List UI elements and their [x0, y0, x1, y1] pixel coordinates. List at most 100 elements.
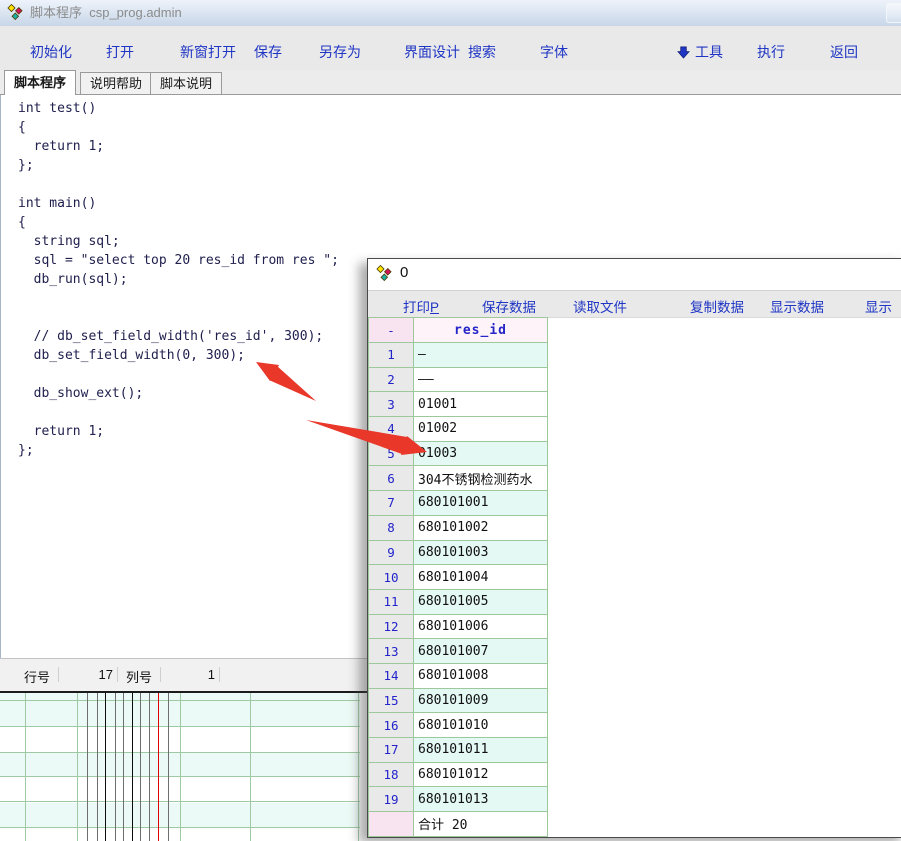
value-cell[interactable]: 680101009	[414, 688, 548, 713]
window-control-button[interactable]	[886, 3, 901, 23]
popup-copy-data-button[interactable]: 复制数据	[690, 296, 744, 316]
value-cell[interactable]: 680101004	[414, 565, 548, 590]
value-cell[interactable]: 01002	[414, 417, 548, 442]
row-number-cell: 1	[369, 343, 414, 368]
tab-help[interactable]: 说明帮助	[80, 72, 152, 94]
row-number-cell: 9	[369, 540, 414, 565]
toolbar-run-button[interactable]: 执行	[757, 42, 785, 62]
total-row-number-cell	[369, 812, 414, 837]
popup-show-data-button[interactable]: 显示数据	[770, 296, 824, 316]
table-row[interactable]: 13680101007	[369, 639, 548, 664]
value-cell[interactable]: 680101008	[414, 663, 548, 688]
toolbar-search-button[interactable]: 搜索	[468, 42, 496, 62]
value-cell[interactable]: 680101006	[414, 614, 548, 639]
row-number-cell: 19	[369, 787, 414, 812]
table-row[interactable]: 19680101013	[369, 787, 548, 812]
tab-script-program[interactable]: 脚本程序	[4, 70, 76, 95]
table-row[interactable]: 7680101001	[369, 491, 548, 516]
result-table: - res_id 1— 2—— 301001 401002 501003 630…	[368, 317, 548, 837]
table-row[interactable]: 18680101012	[369, 762, 548, 787]
row-number-cell: 18	[369, 762, 414, 787]
grid-vline	[105, 693, 106, 841]
table-row[interactable]: 401002	[369, 417, 548, 442]
popup-show-partial-button[interactable]: 显示	[865, 296, 892, 316]
row-number-cell: 16	[369, 713, 414, 738]
row-number-cell: 8	[369, 515, 414, 540]
table-row[interactable]: 10680101004	[369, 565, 548, 590]
grid-vline	[358, 693, 359, 841]
tab-bar: 脚本程序 说明帮助 脚本说明	[0, 70, 901, 95]
grid-vline	[180, 693, 181, 841]
value-cell[interactable]: ——	[414, 367, 548, 392]
toolbar-font-button[interactable]: 字体	[540, 42, 568, 62]
table-row[interactable]: 9680101003	[369, 540, 548, 565]
value-cell[interactable]: 680101003	[414, 540, 548, 565]
value-cell[interactable]: 680101002	[414, 515, 548, 540]
table-row[interactable]: 17680101011	[369, 738, 548, 763]
popup-print-accel: P	[430, 300, 439, 315]
value-cell[interactable]: 01003	[414, 441, 548, 466]
grid-vline	[115, 693, 116, 841]
row-number-cell: 17	[369, 738, 414, 763]
main-toolbar: 初始化 打开 新窗打开 保存 另存为 界面设计 搜索 字体 工具 执行 返回	[0, 26, 901, 71]
grid-vline	[77, 693, 78, 841]
result-table-window: 0 打印P 保存数据 读取文件 复制数据 显示数据 显示 - res_id 1—…	[367, 258, 901, 838]
table-row[interactable]: 14680101008	[369, 663, 548, 688]
value-cell[interactable]: 680101007	[414, 639, 548, 664]
table-row[interactable]: 15680101009	[369, 688, 548, 713]
grid-vline	[97, 693, 98, 841]
toolbar-init-button[interactable]: 初始化	[30, 42, 72, 62]
toolbar-open-new-window-button[interactable]: 新窗打开	[180, 42, 236, 62]
toolbar-save-as-button[interactable]: 另存为	[319, 42, 361, 62]
row-number-cell: 12	[369, 614, 414, 639]
value-cell[interactable]: 680101011	[414, 738, 548, 763]
header-corner-cell[interactable]: -	[369, 318, 414, 343]
row-number-cell: 6	[369, 466, 414, 491]
total-cell: 合计 20	[414, 812, 548, 837]
column-number-label: 列号	[126, 667, 152, 686]
row-number-cell: 7	[369, 491, 414, 516]
column-number-value: 1	[160, 667, 220, 682]
value-cell[interactable]: 680101010	[414, 713, 548, 738]
table-row[interactable]: 16680101010	[369, 713, 548, 738]
popup-read-file-button[interactable]: 读取文件	[573, 296, 627, 316]
toolbar-return-button[interactable]: 返回	[830, 42, 858, 62]
popup-window-title: 0	[400, 264, 408, 281]
popup-titlebar[interactable]: 0	[368, 259, 901, 290]
titlebar[interactable]: 脚本程序 csp_prog.admin	[0, 0, 901, 27]
tab-script-description[interactable]: 脚本说明	[150, 72, 222, 94]
popup-save-data-button[interactable]: 保存数据	[482, 296, 536, 316]
value-cell[interactable]: —	[414, 343, 548, 368]
value-cell[interactable]: 304不锈钢检测药水	[414, 466, 548, 491]
row-number-cell: 4	[369, 417, 414, 442]
value-cell[interactable]: 680101001	[414, 491, 548, 516]
table-row[interactable]: 2——	[369, 367, 548, 392]
table-row[interactable]: 12680101006	[369, 614, 548, 639]
table-row[interactable]: 11680101005	[369, 589, 548, 614]
toolbar-ui-design-button[interactable]: 界面设计	[404, 42, 460, 62]
header-res-id-cell[interactable]: res_id	[414, 318, 548, 343]
row-number-cell: 2	[369, 367, 414, 392]
value-cell[interactable]: 01001	[414, 392, 548, 417]
app-diamond-icon	[7, 4, 25, 22]
line-number-label: 行号	[24, 667, 50, 686]
table-row[interactable]: 501003	[369, 441, 548, 466]
grid-vline	[25, 693, 26, 841]
value-cell[interactable]: 680101005	[414, 589, 548, 614]
toolbar-tools-button[interactable]: 工具	[677, 42, 723, 62]
app-diamond-icon	[376, 265, 394, 283]
value-cell[interactable]: 680101012	[414, 762, 548, 787]
popup-print-label: 打印	[403, 300, 430, 315]
table-row[interactable]: 8680101002	[369, 515, 548, 540]
toolbar-save-button[interactable]: 保存	[254, 42, 282, 62]
grid-vline	[123, 693, 124, 841]
table-row[interactable]: 6304不锈钢检测药水	[369, 466, 548, 491]
code-text: int test() { return 1; }; int main() { s…	[18, 99, 339, 460]
popup-print-button[interactable]: 打印P	[403, 296, 439, 316]
value-cell[interactable]: 680101013	[414, 787, 548, 812]
row-number-cell: 11	[369, 589, 414, 614]
table-row[interactable]: 1—	[369, 343, 548, 368]
table-row[interactable]: 301001	[369, 392, 548, 417]
toolbar-open-button[interactable]: 打开	[106, 42, 134, 62]
window-title: 脚本程序 csp_prog.admin	[30, 0, 182, 26]
